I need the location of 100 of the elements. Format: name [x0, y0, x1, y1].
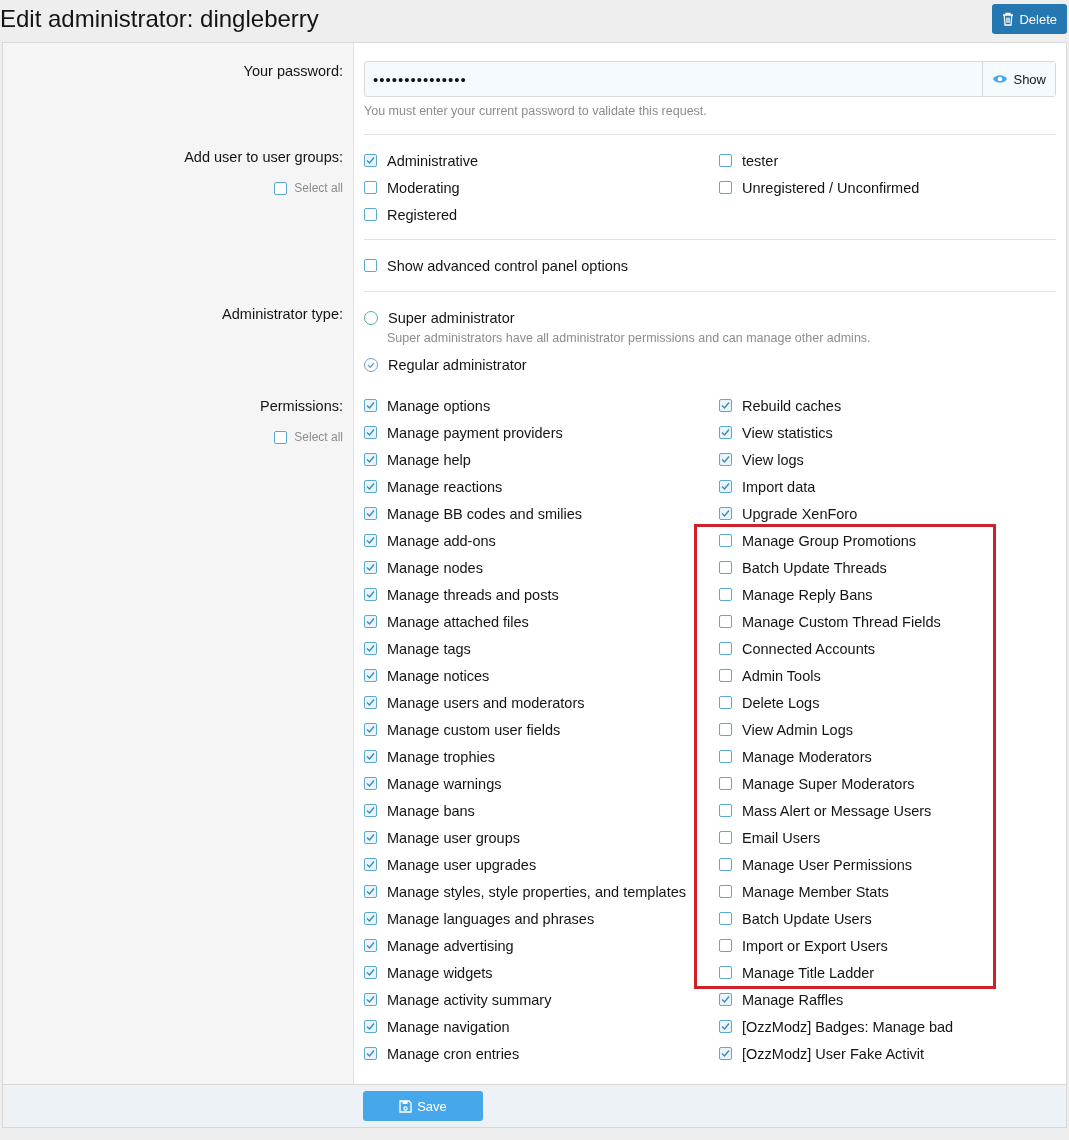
checkbox[interactable]	[364, 669, 377, 682]
checkbox[interactable]	[719, 723, 732, 736]
checkbox-option[interactable]: Moderating	[364, 174, 719, 201]
checkbox[interactable]	[719, 885, 732, 898]
checkbox[interactable]	[719, 1047, 732, 1060]
checkbox[interactable]	[364, 561, 377, 574]
delete-button[interactable]: Delete	[992, 4, 1067, 34]
checkbox-option[interactable]: Manage Title Ladder	[719, 959, 993, 986]
checkbox[interactable]	[364, 777, 377, 790]
checkbox[interactable]	[719, 750, 732, 763]
checkbox-option[interactable]: Manage users and moderators	[364, 689, 719, 716]
checkbox[interactable]	[719, 966, 732, 979]
checkbox-option[interactable]: Manage Raffles	[719, 986, 1056, 1013]
checkbox[interactable]	[719, 453, 732, 466]
checkbox[interactable]	[364, 1047, 377, 1060]
checkbox[interactable]	[364, 912, 377, 925]
checkbox[interactable]	[719, 642, 732, 655]
checkbox-option[interactable]: View logs	[719, 446, 1056, 473]
checkbox[interactable]	[364, 966, 377, 979]
checkbox[interactable]	[719, 831, 732, 844]
checkbox[interactable]	[719, 912, 732, 925]
checkbox-option[interactable]: Delete Logs	[719, 689, 993, 716]
checkbox-option[interactable]: Import data	[719, 473, 1056, 500]
checkbox[interactable]	[719, 777, 732, 790]
checkbox-option[interactable]: Manage Group Promotions	[719, 527, 993, 554]
checkbox-option[interactable]: Manage nodes	[364, 554, 719, 581]
checkbox-option[interactable]: Manage Member Stats	[719, 878, 993, 905]
checkbox-option[interactable]: Email Users	[719, 824, 993, 851]
checkbox-option[interactable]: Manage user upgrades	[364, 851, 719, 878]
checkbox-option[interactable]: Manage User Permissions	[719, 851, 993, 878]
checkbox-option[interactable]: Manage warnings	[364, 770, 719, 797]
checkbox[interactable]	[719, 426, 732, 439]
checkbox-option[interactable]: Manage custom user fields	[364, 716, 719, 743]
radio-option[interactable]: Super administrator	[364, 304, 1056, 331]
checkbox-option[interactable]: [OzzModz] User Fake Activit	[719, 1040, 1056, 1067]
checkbox[interactable]	[364, 939, 377, 952]
checkbox[interactable]	[719, 534, 732, 547]
checkbox-option[interactable]: tester	[719, 147, 1056, 174]
checkbox[interactable]	[364, 453, 377, 466]
checkbox-option[interactable]: Batch Update Threads	[719, 554, 993, 581]
checkbox[interactable]	[364, 534, 377, 547]
checkbox[interactable]	[719, 993, 732, 1006]
checkbox[interactable]	[364, 804, 377, 817]
checkbox[interactable]	[719, 1020, 732, 1033]
checkbox-option[interactable]: Manage activity summary	[364, 986, 719, 1013]
checkbox-option[interactable]: Manage styles, style properties, and templates	[364, 878, 719, 905]
checkbox[interactable]	[364, 426, 377, 439]
checkbox[interactable]	[719, 561, 732, 574]
checkbox[interactable]	[364, 615, 377, 628]
checkbox[interactable]	[719, 804, 732, 817]
checkbox[interactable]	[719, 696, 732, 709]
checkbox-option[interactable]: Manage languages and phrases	[364, 905, 719, 932]
checkbox[interactable]	[364, 642, 377, 655]
checkbox[interactable]	[364, 831, 377, 844]
checkbox-option[interactable]: View Admin Logs	[719, 716, 993, 743]
checkbox-option[interactable]: Manage add-ons	[364, 527, 719, 554]
checkbox-option[interactable]: Rebuild caches	[719, 392, 1056, 419]
checkbox[interactable]	[719, 669, 732, 682]
checkbox[interactable]	[364, 208, 377, 221]
checkbox[interactable]	[719, 615, 732, 628]
checkbox[interactable]	[364, 154, 377, 167]
checkbox-option[interactable]: Show advanced control panel options	[364, 252, 1056, 279]
checkbox-option[interactable]: Manage navigation	[364, 1013, 719, 1040]
checkbox[interactable]	[364, 588, 377, 601]
checkbox[interactable]	[274, 430, 288, 444]
checkbox[interactable]	[364, 181, 377, 194]
checkbox[interactable]	[719, 858, 732, 871]
checkbox[interactable]	[719, 181, 732, 194]
checkbox[interactable]	[364, 399, 377, 412]
checkbox-option[interactable]: Manage Moderators	[719, 743, 993, 770]
checkbox[interactable]	[364, 1020, 377, 1033]
checkbox-option[interactable]: Manage Reply Bans	[719, 581, 993, 608]
checkbox-option[interactable]: Registered	[364, 201, 719, 228]
checkbox-option[interactable]: Manage tags	[364, 635, 719, 662]
checkbox[interactable]	[364, 259, 377, 272]
checkbox[interactable]	[364, 507, 377, 520]
checkbox-option[interactable]: Batch Update Users	[719, 905, 993, 932]
checkbox-option[interactable]: Manage attached files	[364, 608, 719, 635]
checkbox-option[interactable]: Manage user groups	[364, 824, 719, 851]
checkbox[interactable]	[719, 154, 732, 167]
checkbox[interactable]	[364, 858, 377, 871]
checkbox-option[interactable]: Manage Super Moderators	[719, 770, 993, 797]
checkbox[interactable]	[719, 939, 732, 952]
checkbox[interactable]	[274, 181, 288, 195]
password-field[interactable]: ••••••••••••••• Show	[364, 61, 1056, 97]
checkbox[interactable]	[364, 723, 377, 736]
checkbox-option[interactable]: Mass Alert or Message Users	[719, 797, 993, 824]
checkbox-option[interactable]: Manage options	[364, 392, 719, 419]
checkbox[interactable]	[719, 399, 732, 412]
radio-option[interactable]: Regular administrator	[364, 351, 1056, 378]
checkbox-option[interactable]: Unregistered / Unconfirmed	[719, 174, 1056, 201]
checkbox-option[interactable]: Manage reactions	[364, 473, 719, 500]
checkbox-option[interactable]: [OzzModz] Badges: Manage bad	[719, 1013, 1056, 1040]
checkbox-option[interactable]: Manage cron entries	[364, 1040, 719, 1067]
checkbox-option[interactable]: Manage advertising	[364, 932, 719, 959]
checkbox-option[interactable]: Import or Export Users	[719, 932, 993, 959]
checkbox[interactable]	[364, 885, 377, 898]
checkbox-option[interactable]: View statistics	[719, 419, 1056, 446]
checkbox-option[interactable]: Manage threads and posts	[364, 581, 719, 608]
checkbox[interactable]	[364, 750, 377, 763]
